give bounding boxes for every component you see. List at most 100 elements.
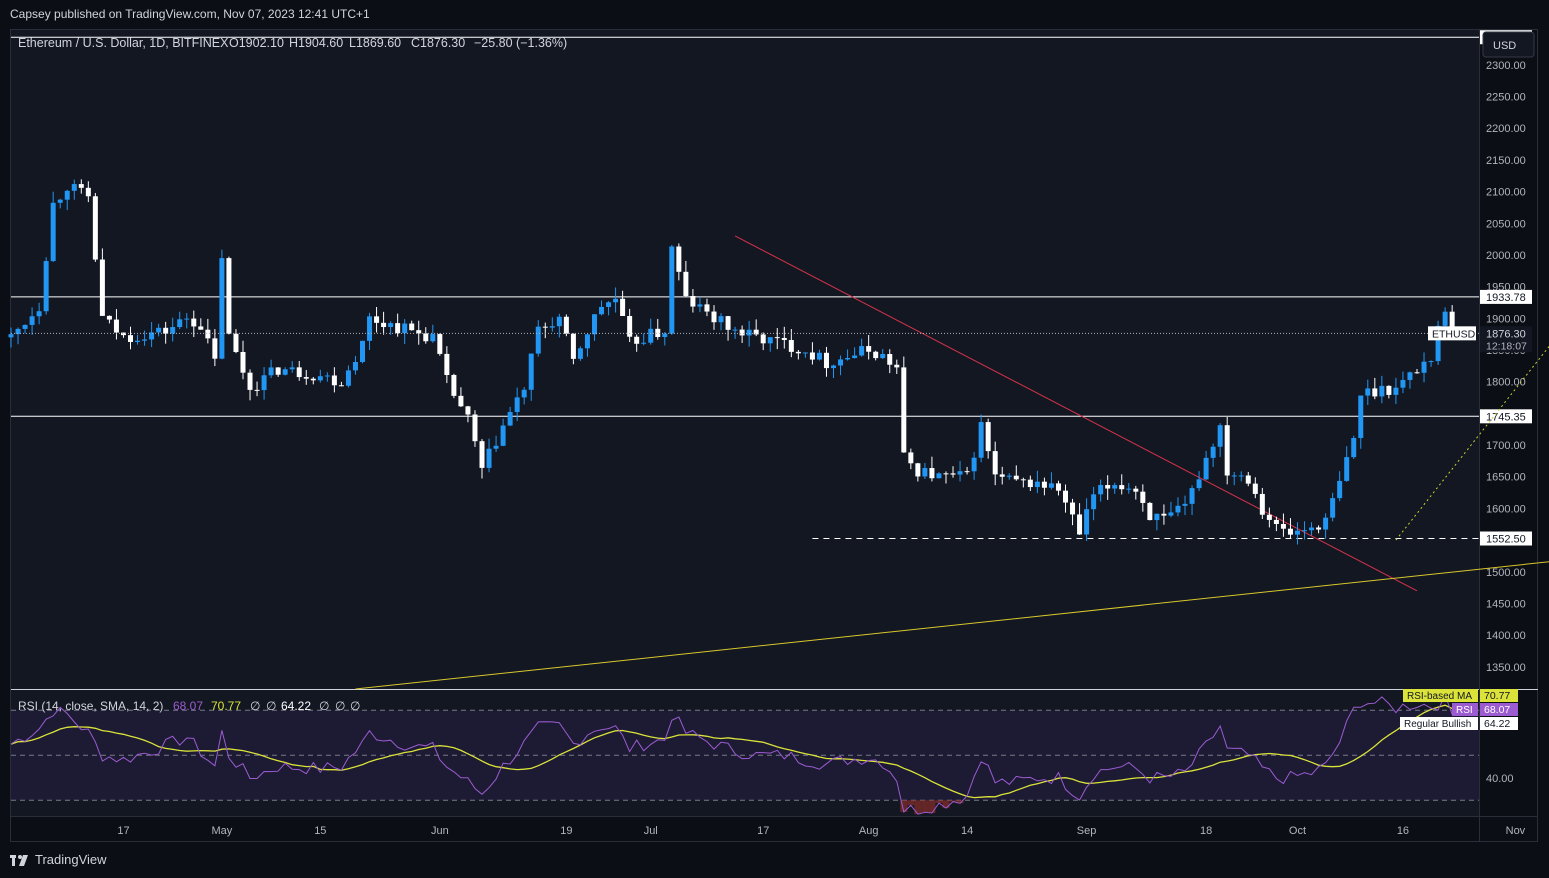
candle-body: [310, 378, 316, 381]
tradingview-brand[interactable]: TradingView: [10, 852, 107, 867]
candle-body: [289, 367, 295, 370]
price-tick-label: 1500.00: [1486, 567, 1526, 579]
candle-body: [367, 316, 373, 341]
candle-body: [711, 311, 717, 323]
candle-body: [1316, 527, 1322, 530]
candle-body: [641, 342, 647, 344]
logo-block: [12, 857, 15, 866]
time-tick-label: Jun: [431, 825, 449, 837]
currency-button-label[interactable]: USD: [1493, 40, 1516, 52]
candle-body: [113, 319, 119, 333]
time-tick-label: 15: [314, 825, 326, 837]
time-tick-label: 17: [117, 825, 129, 837]
candle-body: [479, 441, 485, 468]
legend-row: Ethereum / U.S. Dollar, 1D, BITFINEX O19…: [18, 36, 567, 50]
candle-body: [177, 319, 183, 328]
candle-body: [1041, 481, 1047, 488]
candle-body: [964, 471, 970, 473]
candle-body: [704, 304, 710, 312]
candle-body: [465, 406, 471, 415]
rsi-legend-empty-5: ∅: [350, 699, 360, 713]
rsi-tag-value: 70.77: [1484, 690, 1510, 702]
candle-body: [781, 337, 787, 340]
candle-body: [535, 326, 541, 354]
candle-body: [345, 370, 351, 386]
candle-body: [29, 316, 35, 325]
candle-body: [669, 246, 675, 334]
level-price-label: 1745.35: [1486, 411, 1526, 423]
candle-body: [556, 316, 562, 327]
candle-body: [866, 346, 872, 352]
time-tick-label: 19: [560, 825, 572, 837]
candle-body: [732, 329, 738, 331]
candle-body: [437, 334, 443, 354]
ohlc-close: C1876.30: [411, 36, 465, 50]
candle-body: [1098, 485, 1104, 495]
time-axis[interactable]: 17May15Jun19Jul17Aug14Sep18Oct16Nov13Dec: [117, 825, 1549, 837]
candle-body: [718, 316, 724, 323]
rsi-tick-label: 40.00: [1486, 773, 1514, 785]
candle-body: [1365, 388, 1371, 396]
candle-body: [444, 353, 450, 375]
candle-body: [823, 352, 829, 369]
candle-body: [606, 302, 612, 307]
candle-body: [92, 196, 98, 260]
time-tick-label: Nov: [1506, 825, 1526, 837]
candle-body: [1351, 437, 1357, 458]
symbol-title: Ethereum / U.S. Dollar, 1D, BITFINEX: [18, 36, 229, 50]
candle-body: [1393, 387, 1399, 395]
rsi-oversold-fill: [928, 800, 936, 813]
tradingview-logo-icon: [10, 854, 28, 866]
candle-body: [106, 315, 112, 320]
candle-body: [936, 473, 942, 479]
candle-body: [1006, 475, 1012, 477]
candle-body: [1379, 385, 1385, 397]
candle-body: [1386, 385, 1392, 395]
price-tick-label: 1700.00: [1486, 440, 1526, 452]
candle-body: [852, 355, 858, 359]
rsi-oversold-fill: [921, 800, 929, 813]
time-tick-label: 17: [757, 825, 769, 837]
candle-body: [135, 340, 141, 342]
rsi-tag-label: RSI: [1456, 705, 1473, 716]
candle-body: [662, 333, 668, 338]
candle-body: [971, 457, 977, 472]
candle-body: [1252, 483, 1258, 494]
candle-body: [226, 258, 232, 334]
candle-body: [507, 412, 513, 426]
candle-body: [1147, 502, 1153, 521]
candle-body: [275, 367, 281, 375]
candle-body: [1294, 530, 1300, 535]
candle-body: [1414, 372, 1420, 374]
candle-body: [514, 397, 520, 413]
rsi-tag-value: 64.22: [1484, 718, 1510, 730]
candle-body: [1231, 475, 1237, 477]
candle-body: [591, 314, 597, 335]
rsi-tag-label: RSI-based MA: [1407, 691, 1472, 702]
candle-body: [374, 316, 380, 323]
time-tick-label: Jul: [644, 825, 658, 837]
currency-button[interactable]: USD: [1482, 31, 1535, 58]
price-tick-label: 2100.00: [1486, 187, 1526, 199]
candle-body: [1091, 494, 1097, 510]
candle-body: [493, 445, 499, 449]
candle-body: [1154, 513, 1160, 521]
candle-body: [528, 353, 534, 390]
candle-body: [809, 352, 815, 360]
candle-body: [1442, 311, 1448, 326]
candle-body: [156, 327, 162, 333]
candle-body: [774, 337, 780, 339]
candle-body: [233, 333, 239, 353]
candle-body: [261, 375, 267, 391]
time-tick-label: 16: [1397, 825, 1409, 837]
chart-svg[interactable]: 1350.001400.001450.001500.001550.001600.…: [0, 0, 1549, 878]
candle-body: [128, 335, 134, 342]
candle-body: [1013, 475, 1019, 480]
candle-body: [1224, 425, 1230, 476]
symbol-tag-label: ETHUSD: [1432, 328, 1476, 340]
rsi-legend-empty-3: ∅: [319, 699, 329, 713]
candle-body: [1182, 503, 1188, 506]
candle-body: [360, 340, 365, 362]
candle-body: [451, 374, 457, 396]
rsi-title: RSI (14, close, SMA, 14, 2): [18, 699, 163, 713]
